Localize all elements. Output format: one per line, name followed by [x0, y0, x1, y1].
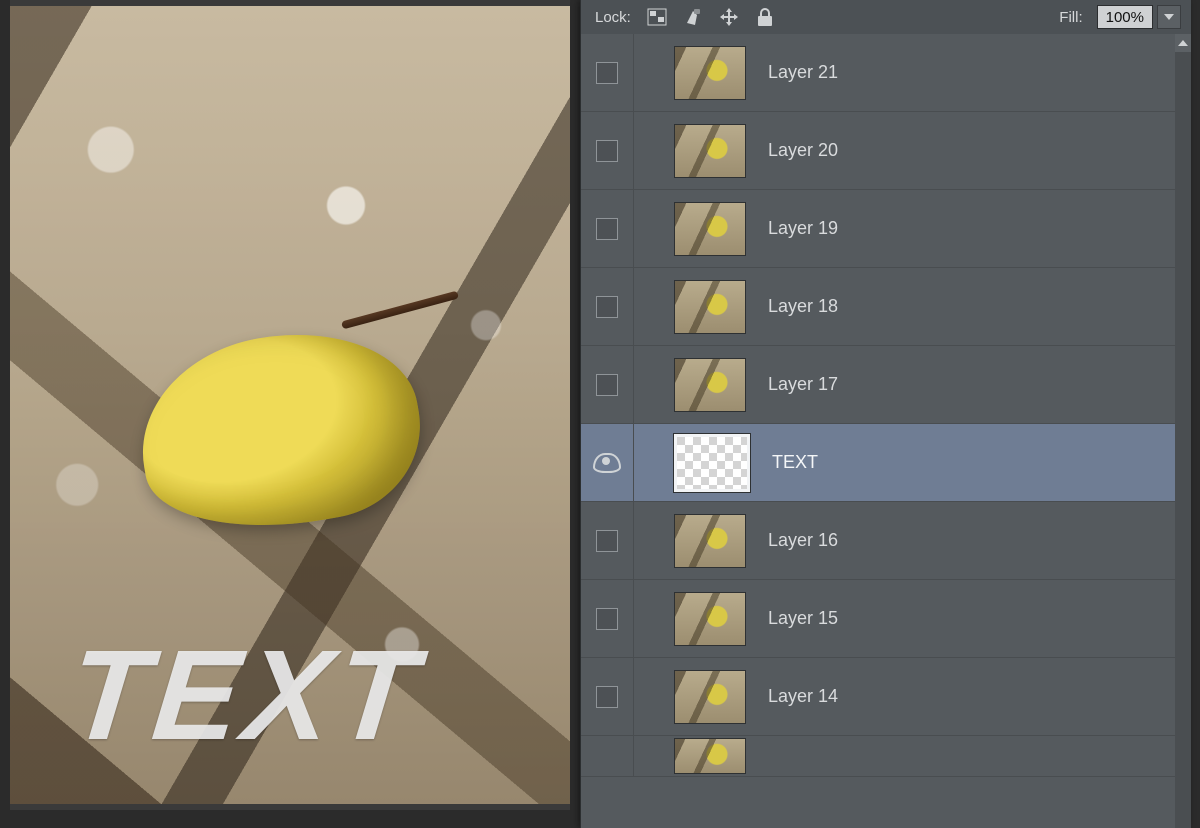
layer-row[interactable]: Layer 20: [581, 112, 1175, 190]
layer-name-label[interactable]: Layer 20: [768, 140, 1175, 161]
layer-thumbnail[interactable]: [674, 514, 746, 568]
layer-row[interactable]: Layer 15: [581, 580, 1175, 658]
layer-thumbnail[interactable]: [674, 202, 746, 256]
layer-visibility-toggle[interactable]: [581, 658, 634, 735]
layer-thumbnail[interactable]: [674, 46, 746, 100]
layer-name-label[interactable]: Layer 16: [768, 530, 1175, 551]
fill-label: Fill:: [1059, 9, 1082, 26]
layer-row[interactable]: TEXT: [581, 424, 1175, 502]
layer-thumbnail[interactable]: [674, 280, 746, 334]
lock-transparency-icon[interactable]: [643, 5, 671, 29]
layer-visibility-toggle[interactable]: [581, 346, 634, 423]
layer-visibility-toggle[interactable]: [581, 502, 634, 579]
layer-row[interactable]: Layer 16: [581, 502, 1175, 580]
app-stage: TEXT Lock: Fill: 100% Laye: [0, 0, 1200, 828]
eye-icon: [593, 453, 621, 473]
layer-thumbnail-transparent[interactable]: [674, 434, 750, 492]
layers-panel: Lock: Fill: 100% Layer 21 Layer 20 Layer 1…: [580, 0, 1191, 828]
fill-value-field[interactable]: 100%: [1097, 5, 1153, 29]
canvas-leaf-shape: [126, 313, 435, 549]
layer-visibility-toggle[interactable]: [581, 424, 634, 501]
visibility-empty-box: [596, 608, 618, 630]
visibility-empty-box: [596, 686, 618, 708]
lock-all-icon[interactable]: [751, 5, 779, 29]
layer-thumbnail[interactable]: [674, 592, 746, 646]
layer-name-label[interactable]: Layer 19: [768, 218, 1175, 239]
layers-list[interactable]: Layer 21 Layer 20 Layer 19 Layer 18 Layer 17…: [581, 34, 1175, 828]
visibility-empty-box: [596, 62, 618, 84]
layer-visibility-toggle[interactable]: [581, 190, 634, 267]
visibility-empty-box: [596, 374, 618, 396]
layer-row[interactable]: Layer 17: [581, 346, 1175, 424]
layer-row[interactable]: Layer 14: [581, 658, 1175, 736]
layer-visibility-toggle[interactable]: [581, 580, 634, 657]
layers-panel-header: Lock: Fill: 100%: [581, 0, 1191, 35]
layer-name-label[interactable]: Layer 15: [768, 608, 1175, 629]
layer-name-label[interactable]: Layer 14: [768, 686, 1175, 707]
layer-visibility-toggle[interactable]: [581, 112, 634, 189]
layer-thumbnail[interactable]: [674, 738, 746, 774]
layer-row[interactable]: Layer 21: [581, 34, 1175, 112]
canvas-text-layer[interactable]: TEXT: [62, 622, 429, 769]
visibility-empty-box: [596, 140, 618, 162]
layer-row[interactable]: [581, 736, 1175, 777]
layer-name-label[interactable]: Layer 17: [768, 374, 1175, 395]
layer-row[interactable]: Layer 19: [581, 190, 1175, 268]
document-canvas-frame: TEXT: [10, 0, 570, 810]
layer-thumbnail[interactable]: [674, 124, 746, 178]
lock-label: Lock:: [595, 9, 631, 26]
layer-name-label[interactable]: Layer 21: [768, 62, 1175, 83]
canvas-twig-shape: [341, 291, 459, 330]
layer-thumbnail[interactable]: [674, 358, 746, 412]
layers-scrollbar[interactable]: [1175, 34, 1191, 828]
layer-visibility-toggle[interactable]: [581, 736, 634, 776]
layer-name-label[interactable]: Layer 18: [768, 296, 1175, 317]
layer-thumbnail[interactable]: [674, 670, 746, 724]
document-canvas[interactable]: TEXT: [10, 6, 570, 804]
lock-image-pixels-icon[interactable]: [679, 5, 707, 29]
visibility-empty-box: [596, 218, 618, 240]
scrollbar-up-button[interactable]: [1175, 34, 1191, 52]
lock-position-icon[interactable]: [715, 5, 743, 29]
layer-row[interactable]: Layer 18: [581, 268, 1175, 346]
visibility-empty-box: [596, 296, 618, 318]
fill-dropdown-button[interactable]: [1157, 5, 1181, 29]
layer-visibility-toggle[interactable]: [581, 34, 634, 111]
visibility-empty-box: [596, 530, 618, 552]
layer-visibility-toggle[interactable]: [581, 268, 634, 345]
layer-name-label[interactable]: TEXT: [772, 452, 1175, 473]
